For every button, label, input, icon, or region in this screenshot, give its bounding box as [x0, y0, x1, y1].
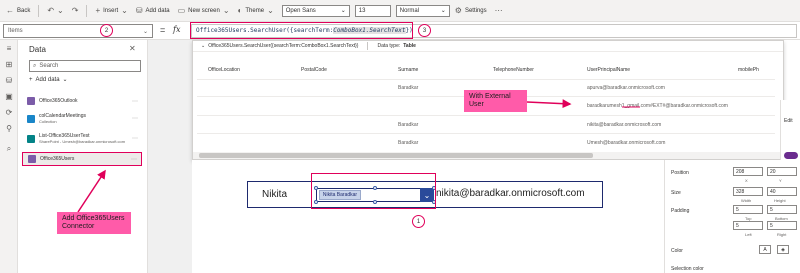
- step-badge-2: 2: [100, 24, 113, 37]
- step-badge-3: 3: [418, 24, 431, 37]
- connector-callout: Add Office365Users Connector: [57, 212, 131, 234]
- step-badge-1: 1: [412, 215, 425, 228]
- annotation-arrow: [77, 169, 106, 213]
- annotation-arrow: [526, 99, 572, 109]
- external-user-callout: With External User: [464, 90, 527, 112]
